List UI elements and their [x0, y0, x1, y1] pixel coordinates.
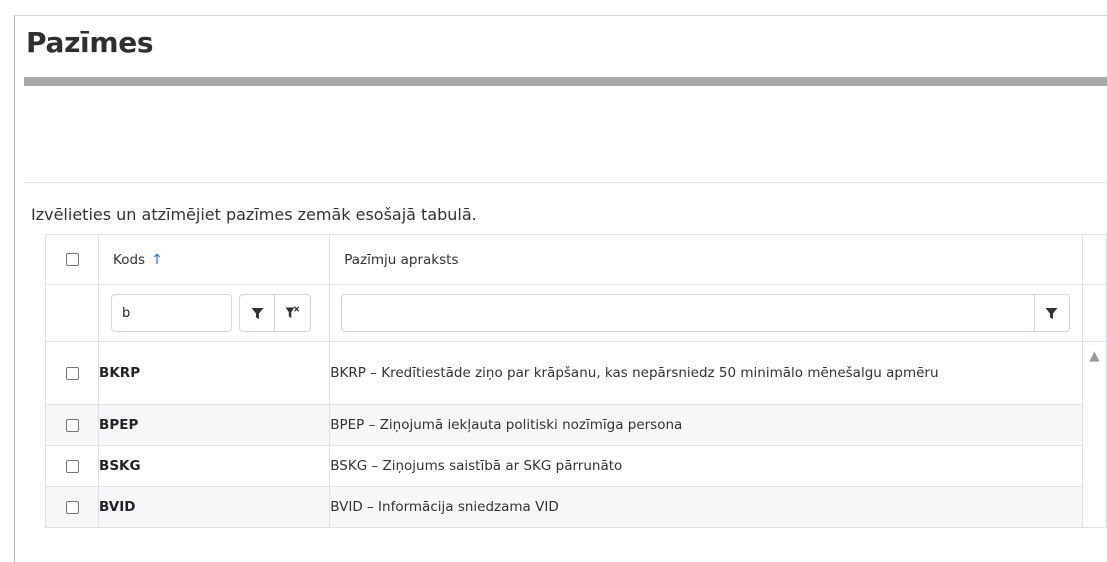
- table-row[interactable]: BSKG BSKG – Ziņojums saistībā ar SKG pār…: [44, 445, 1107, 487]
- row-checkbox[interactable]: [65, 418, 79, 432]
- scroll-up-arrow-icon[interactable]: ▲: [1089, 348, 1099, 364]
- sort-arrow-up-icon[interactable]: ↑: [151, 252, 163, 268]
- code-clear-filter-button[interactable]: [275, 294, 312, 332]
- column-header-code[interactable]: Kods ↑: [98, 234, 331, 285]
- row-checkbox[interactable]: [65, 500, 79, 514]
- frame-top-border: [14, 15, 1107, 16]
- code-filter-input[interactable]: [111, 294, 233, 332]
- row-description: BVID – Informācija sniedzama VID: [329, 486, 1083, 528]
- row-code: BKRP: [98, 341, 331, 405]
- row-checkbox-cell: [44, 445, 100, 487]
- features-table: Kods ↑ Pazīmju apraksts b BKRP BKRP – Kr…: [44, 234, 1107, 528]
- select-all-checkbox[interactable]: [65, 253, 79, 266]
- section-divider: [24, 182, 1107, 183]
- table-header-row: Kods ↑ Pazīmju apraksts: [44, 234, 1107, 285]
- table-row[interactable]: BVID BVID – Informācija sniedzama VID: [44, 486, 1107, 528]
- row-code: BSKG: [98, 445, 331, 487]
- vertical-scrollbar[interactable]: ▲: [1082, 341, 1107, 528]
- clear-filter-icon: [285, 306, 300, 318]
- filter-scroll-spacer: [1082, 284, 1107, 342]
- header-scroll-spacer: [1082, 234, 1107, 285]
- description-filter-cell: [329, 284, 1083, 342]
- title-underline-bar: [24, 77, 1107, 86]
- column-header-label: Kods: [113, 251, 146, 268]
- instruction-text: Izvēlieties un atzīmējiet pazīmes zemāk …: [31, 205, 477, 224]
- page-title: Pazīmes: [26, 26, 154, 59]
- row-code: BVID: [98, 486, 331, 528]
- code-filter-button[interactable]: [239, 294, 276, 332]
- description-filter-input[interactable]: [341, 294, 1034, 332]
- row-checkbox-cell: [44, 486, 100, 528]
- select-all-cell: [44, 234, 100, 285]
- table-row[interactable]: BKRP BKRP – Kredītiestāde ziņo par krāpš…: [44, 341, 1107, 528]
- row-description: BKRP – Kredītiestāde ziņo par krāpšanu, …: [329, 341, 1083, 405]
- description-filter-button[interactable]: [1033, 294, 1070, 332]
- row-checkbox-cell: [44, 341, 100, 405]
- filter-icon: [251, 307, 264, 319]
- column-header-description[interactable]: Pazīmju apraksts: [329, 234, 1083, 285]
- row-checkbox-cell: [44, 404, 100, 446]
- row-checkbox[interactable]: [65, 459, 79, 473]
- filter-row: [44, 284, 1107, 342]
- column-header-label: Pazīmju apraksts: [344, 251, 459, 268]
- filter-empty-cell: [44, 284, 100, 342]
- filter-icon: [1045, 307, 1058, 319]
- row-description: BSKG – Ziņojums saistībā ar SKG pārrunāt…: [329, 445, 1083, 487]
- table-row[interactable]: BPEP BPEP – Ziņojumā iekļauta politiski …: [44, 404, 1107, 446]
- code-filter-cell: [98, 284, 331, 342]
- row-description: BPEP – Ziņojumā iekļauta politiski nozīm…: [329, 404, 1083, 446]
- row-code: BPEP: [98, 404, 331, 446]
- row-checkbox[interactable]: [65, 366, 79, 380]
- frame-left-border: [14, 15, 15, 562]
